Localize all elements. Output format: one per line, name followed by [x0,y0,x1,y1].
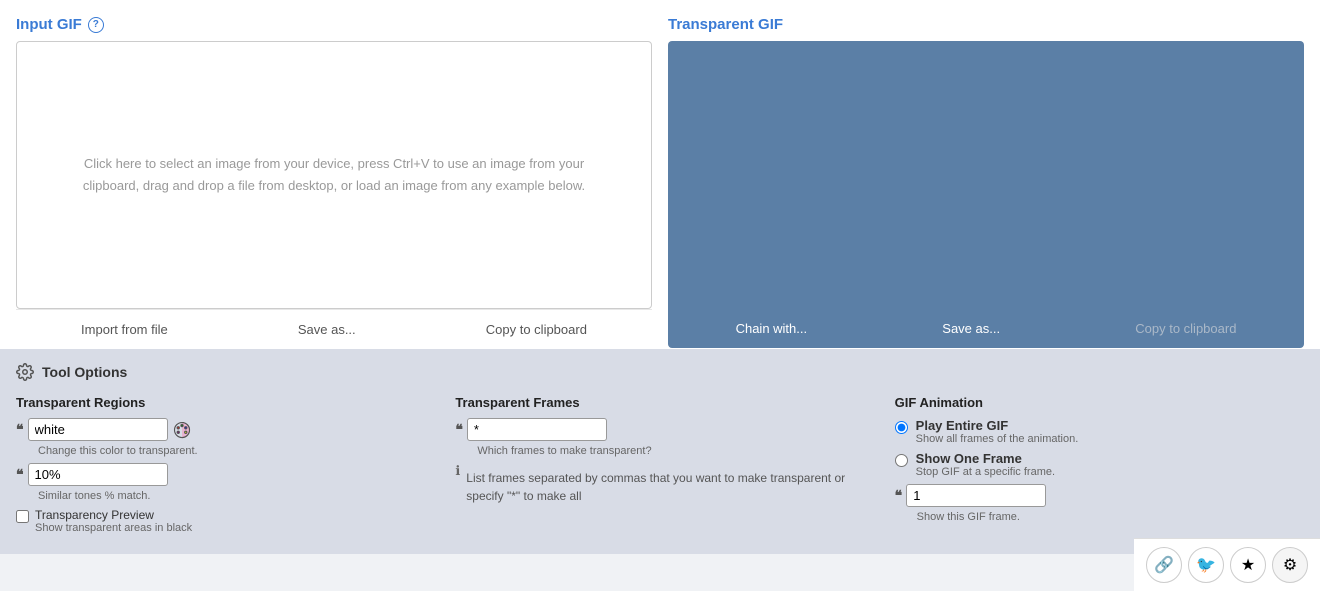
input-gif-label: Input GIF [16,16,82,33]
tool-options-panel: Tool Options Transparent Regions ❝ [0,349,1320,554]
frame-number-input[interactable] [906,484,1046,507]
link-button[interactable]: 🔗 [1146,547,1182,583]
frames-input[interactable] [467,418,607,441]
frames-helper-text: Which frames to make transparent? [477,445,864,457]
play-entire-gif-row: Play Entire GIF Show all frames of the a… [895,418,1304,445]
color-input[interactable] [28,418,168,441]
frames-description: List frames separated by commas that you… [466,469,864,505]
show-one-frame-label: Show One Frame [916,451,1055,466]
copy-to-clipboard-right-button[interactable]: Copy to clipboard [1127,317,1244,340]
quote-icon-frames: ❝ [455,421,463,438]
left-panel-title: Input GIF ? [16,16,652,33]
play-entire-gif-label: Play Entire GIF [916,418,1079,433]
transparent-gif-preview [668,41,1304,309]
gif-animation-section: GIF Animation Play Entire GIF Show all f… [895,395,1304,540]
show-one-frame-sub: Stop GIF at a specific frame. [916,466,1055,478]
right-panel-actions: Chain with... Save as... Copy to clipboa… [668,309,1304,348]
twitter-button[interactable]: 🐦 [1188,547,1224,583]
tool-options-header: Tool Options [16,363,1304,381]
input-drop-zone[interactable]: Click here to select an image from your … [16,41,652,309]
copy-to-clipboard-left-button[interactable]: Copy to clipboard [478,318,595,341]
transparency-preview-label: Transparency Preview [35,508,192,522]
settings-button[interactable]: ⚙ [1272,547,1308,583]
frames-input-row: ❝ [455,418,864,441]
chain-with-button[interactable]: Chain with... [728,317,816,340]
info-icon: ℹ [455,463,460,505]
star-button[interactable]: ★ [1230,547,1266,583]
help-icon[interactable]: ? [88,17,104,33]
save-as-right-button[interactable]: Save as... [934,317,1008,340]
play-entire-gif-sub: Show all frames of the animation. [916,433,1079,445]
frames-description-row: ℹ List frames separated by commas that y… [455,463,864,505]
right-panel-title: Transparent GIF [668,16,1304,33]
quote-icon-percent: ❝ [16,466,24,483]
frame-number-row: ❝ [895,484,1304,507]
left-panel-actions: Import from file Save as... Copy to clip… [16,309,652,349]
options-grid: Transparent Regions ❝ Change th [16,395,1304,540]
transparent-frames-title: Transparent Frames [455,395,864,410]
gif-animation-title: GIF Animation [895,395,1304,410]
play-entire-gif-radio[interactable] [895,421,908,434]
drop-text: Click here to select an image from your … [17,133,651,217]
transparent-regions-title: Transparent Regions [16,395,425,410]
color-picker-icon[interactable] [172,420,192,440]
tool-options-title: Tool Options [42,364,127,380]
quote-icon-color: ❝ [16,421,24,438]
transparent-frames-section: Transparent Frames ❝ Which frames to mak… [455,395,864,540]
show-one-frame-row: Show One Frame Stop GIF at a specific fr… [895,451,1304,478]
transparency-preview-sublabel: Show transparent areas in black [35,522,192,534]
save-as-left-button[interactable]: Save as... [290,318,364,341]
percent-input-row: ❝ [16,463,425,486]
transparency-preview-checkbox[interactable] [16,510,29,523]
color-helper-text: Change this color to transparent. [38,445,425,457]
play-entire-gif-group: Play Entire GIF Show all frames of the a… [916,418,1079,445]
percent-input[interactable] [28,463,168,486]
frame-number-helper: Show this GIF frame. [917,511,1304,523]
transparency-preview-row: Transparency Preview Show transparent ar… [16,508,425,540]
transparent-gif-label: Transparent GIF [668,16,783,33]
bottom-bar: 🔗 🐦 ★ ⚙ [1134,538,1320,591]
gear-icon [16,363,34,381]
color-input-row: ❝ [16,418,425,441]
show-one-frame-radio[interactable] [895,454,908,467]
import-from-file-button[interactable]: Import from file [73,318,176,341]
percent-helper-text: Similar tones % match. [38,490,425,502]
show-one-frame-group: Show One Frame Stop GIF at a specific fr… [916,451,1055,478]
quote-icon-frame: ❝ [895,487,903,504]
transparent-regions-section: Transparent Regions ❝ Change th [16,395,425,540]
